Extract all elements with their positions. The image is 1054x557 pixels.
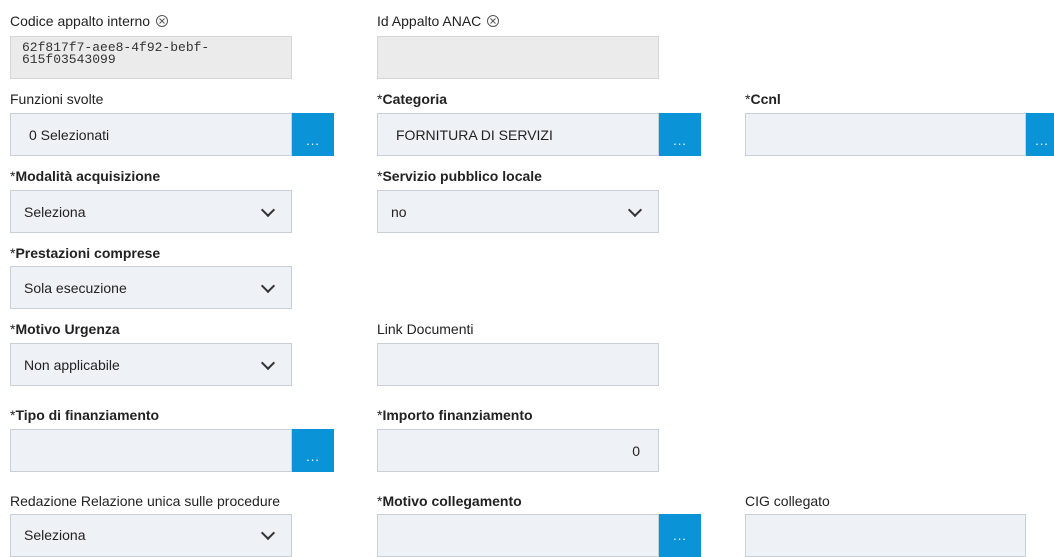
servizio-label: *Servizio pubblico locale xyxy=(377,168,542,184)
id-anac-label: Id Appalto ANAC xyxy=(377,13,500,29)
codice-label: Codice appalto interno xyxy=(10,13,169,29)
funzioni-value: 0 Selezionati xyxy=(29,126,110,143)
categoria-field[interactable]: FORNITURA DI SERVIZI xyxy=(377,113,659,156)
servizio-select[interactable]: no xyxy=(377,190,659,233)
link-documenti-field[interactable] xyxy=(377,343,659,386)
link-documenti-label: Link Documenti xyxy=(377,321,474,337)
redazione-value: Seleziona xyxy=(24,527,86,543)
tipo-finanziamento-ellipsis-button[interactable]: ... xyxy=(292,429,334,472)
prestazioni-select[interactable]: Sola esecuzione xyxy=(10,266,292,309)
tipo-finanziamento-label: *Tipo di finanziamento xyxy=(10,407,160,423)
modalita-label: *Modalità acquisizione xyxy=(10,168,161,184)
prestazioni-label: *Prestazioni comprese xyxy=(10,245,161,261)
ccnl-label: *Ccnl xyxy=(745,91,781,107)
codice-value-line2: 615f03543099 xyxy=(22,52,116,67)
redazione-select[interactable]: Seleziona xyxy=(10,514,292,557)
chevron-down-icon xyxy=(627,202,643,217)
cig-collegato-label: CIG collegato xyxy=(745,493,830,509)
chevron-down-icon xyxy=(260,202,276,217)
chevron-down-icon xyxy=(260,278,276,293)
funzioni-field[interactable]: 0 Selezionati xyxy=(10,113,292,156)
funzioni-ellipsis-button[interactable]: ... xyxy=(292,113,334,156)
modalita-value: Seleziona xyxy=(24,203,86,220)
chevron-down-icon xyxy=(260,355,276,370)
tipo-finanziamento-field[interactable] xyxy=(10,429,292,472)
motivo-urgenza-label: *Motivo Urgenza xyxy=(10,321,120,337)
motivo-collegamento-label: *Motivo collegamento xyxy=(377,493,522,509)
importo-finanziamento-field[interactable]: 0 xyxy=(377,429,659,472)
motivo-collegamento-field[interactable] xyxy=(377,514,659,557)
categoria-value: FORNITURA DI SERVIZI xyxy=(396,126,553,143)
importo-value: 0 xyxy=(632,442,640,459)
codice-field: 62f817f7-aee8-4f92-bebf- 615f03543099 xyxy=(10,36,292,79)
ccnl-field[interactable] xyxy=(745,113,1026,156)
cig-collegato-field[interactable] xyxy=(745,514,1026,557)
categoria-ellipsis-button[interactable]: ... xyxy=(659,113,701,156)
motivo-urgenza-value: Non applicabile xyxy=(24,356,120,373)
modalita-select[interactable]: Seleziona xyxy=(10,190,292,233)
redazione-label: Redazione Relazione unica sulle procedur… xyxy=(10,493,281,509)
motivo-urgenza-select[interactable]: Non applicabile xyxy=(10,343,292,386)
prestazioni-value: Sola esecuzione xyxy=(24,279,127,296)
clear-codice-icon[interactable] xyxy=(156,15,169,27)
categoria-label: *Categoria xyxy=(377,91,448,107)
id-anac-field xyxy=(377,36,659,79)
chevron-down-icon xyxy=(260,525,276,541)
ccnl-ellipsis-button[interactable]: ... xyxy=(1026,113,1054,156)
servizio-value: no xyxy=(391,203,407,220)
importo-finanziamento-label: *Importo finanziamento xyxy=(377,407,533,423)
funzioni-label: Funzioni svolte xyxy=(10,91,104,107)
motivo-collegamento-ellipsis-button[interactable]: ... xyxy=(659,514,701,557)
clear-id-anac-icon[interactable] xyxy=(487,15,500,27)
